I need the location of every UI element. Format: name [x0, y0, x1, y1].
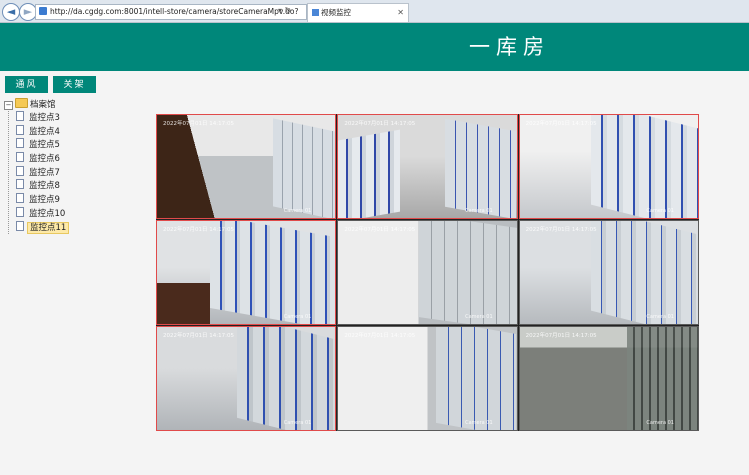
tab-title: 视频监控: [321, 8, 351, 17]
address-bar[interactable]: http://da.cgdg.com:8001/intell-store/cam…: [35, 4, 307, 20]
feed-camera-name: Camera 01: [283, 314, 312, 320]
feed-timestamp: 2022年07月01日 14:17:05: [163, 227, 234, 233]
feed-timestamp: 2022年07月01日 14:17:05: [344, 121, 416, 127]
feed-camera-name: Camera 01: [646, 420, 674, 426]
camera-feed[interactable]: 2022年07月01日 14:17:05 Camera 01: [156, 326, 337, 431]
feed-image: [210, 221, 336, 324]
feed-camera-name: Camera 01: [283, 208, 312, 214]
tree-item[interactable]: 监控点3: [9, 111, 144, 125]
feed-timestamp: 2022年07月01日 14:17:05: [344, 333, 416, 339]
tree-item-label: 监控点4: [29, 126, 60, 137]
camera-node-icon: [16, 193, 24, 204]
feed-camera-name: Camera 01: [283, 420, 312, 426]
address-tools[interactable]: ▾ ↻: [278, 4, 291, 18]
page-title: 一库房: [469, 35, 550, 59]
camera-feed[interactable]: 2022年07月01日 14:17:05 Camera 01: [337, 114, 518, 219]
tree-item-label: 监控点5: [29, 140, 60, 151]
feed-image: [626, 327, 698, 430]
feed-image: [272, 118, 336, 218]
feed-timestamp: 2022年07月01日 14:17:05: [525, 227, 597, 233]
camera-tree: − 档案馆 监控点3 监控点4 监控点5 监控点6 监控点7 监控点8 监控点9 监控点10 监控…: [4, 98, 144, 235]
tree-item[interactable]: 监控点11: [9, 220, 144, 235]
action-toolbar: 通风 关架: [0, 72, 749, 96]
browser-tab[interactable]: 视频监控 ✕: [307, 3, 409, 22]
app-header: 一库房: [0, 23, 749, 71]
camera-feed[interactable]: 2022年07月01日 14:17:05 Camera 01: [337, 326, 518, 431]
feed-timestamp: 2022年07月01日 14:17:05: [525, 121, 597, 127]
camera-feed[interactable]: 2022年07月01日 14:17:05 Camera 01: [156, 220, 337, 325]
feed-timestamp: 2022年07月01日 14:17:05: [163, 333, 234, 339]
camera-feed[interactable]: 2022年07月01日 14:17:05 Camera 01: [337, 220, 518, 325]
camera-node-icon: [16, 152, 24, 163]
tree-item-label: 监控点6: [29, 154, 60, 165]
tree-item[interactable]: 监控点10: [9, 206, 144, 221]
camera-node-icon: [16, 179, 24, 190]
camera-feed[interactable]: 2022年07月01日 14:17:05 Camera 01: [518, 220, 699, 325]
feed-timestamp: 2022年07月01日 14:17:05: [344, 227, 416, 233]
feed-camera-name: Camera 01: [465, 420, 493, 426]
tree-item-label: 监控点8: [29, 181, 60, 192]
tree-item-label: 监控点3: [29, 113, 60, 123]
feed-image: [418, 221, 517, 324]
feed-image: [338, 129, 401, 218]
feed-camera-name: Camera 01: [465, 314, 493, 320]
folder-icon: [15, 98, 28, 108]
feed-camera-name: Camera 01: [646, 208, 674, 214]
camera-node-icon: [16, 206, 24, 217]
tree-item[interactable]: 监控点8: [9, 179, 144, 193]
tab-icon: [312, 9, 319, 16]
feed-image: [157, 282, 211, 324]
feed-timestamp: 2022年07月01日 14:17:05: [525, 333, 597, 339]
feed-image: [591, 221, 698, 324]
tree-item[interactable]: 监控点7: [9, 165, 144, 180]
camera-node-icon: [16, 138, 24, 149]
camera-node-icon: [16, 165, 24, 176]
browser-toolbar: ◄ ► http://da.cgdg.com:8001/intell-store…: [0, 0, 749, 23]
feed-timestamp: 2022年07月01日 14:17:05: [163, 121, 234, 127]
tree-items: 监控点3 监控点4 监控点5 监控点6 监控点7 监控点8 监控点9 监控点10 监控点11: [8, 111, 144, 235]
collapse-icon[interactable]: −: [4, 101, 13, 110]
site-icon: [39, 7, 47, 15]
close-shelf-button[interactable]: 关架: [53, 76, 96, 93]
feed-image: [436, 327, 517, 430]
feed-image: [237, 327, 336, 430]
camera-node-icon: [16, 220, 24, 231]
tree-root[interactable]: − 档案馆: [4, 98, 144, 111]
feed-image: [445, 118, 517, 218]
camera-node-icon: [16, 124, 24, 135]
tree-item[interactable]: 监控点5: [9, 138, 144, 152]
close-icon[interactable]: ✕: [397, 4, 404, 22]
feed-camera-name: Camera 01: [646, 314, 674, 320]
camera-feed[interactable]: 2022年07月01日 14:17:05 Camera 01: [518, 114, 699, 219]
address-text: http://da.cgdg.com:8001/intell-store/cam…: [50, 7, 299, 16]
tree-root-label: 档案馆: [30, 100, 56, 110]
tree-item-label: 监控点10: [29, 208, 66, 219]
back-icon[interactable]: ◄: [2, 3, 20, 21]
tree-item[interactable]: 监控点4: [9, 124, 144, 139]
tree-item[interactable]: 监控点6: [9, 152, 144, 166]
tree-item-label: 监控点7: [29, 167, 60, 178]
camera-feed[interactable]: 2022年07月01日 14:17:05 Camera 01: [518, 326, 699, 431]
feed-image: [591, 115, 698, 218]
tree-item[interactable]: 监控点9: [9, 193, 144, 207]
camera-feed[interactable]: 2022年07月01日 14:17:05 Camera 01: [156, 114, 337, 219]
feed-camera-name: Camera 01: [465, 208, 493, 214]
tree-item-label: 监控点9: [29, 195, 60, 206]
ventilate-button[interactable]: 通风: [5, 76, 48, 93]
camera-grid: 2022年07月01日 14:17:05 Camera 01 2022年07月01日…: [156, 114, 699, 431]
camera-node-icon: [16, 111, 24, 121]
tree-item-label: 监控点11: [27, 221, 70, 234]
